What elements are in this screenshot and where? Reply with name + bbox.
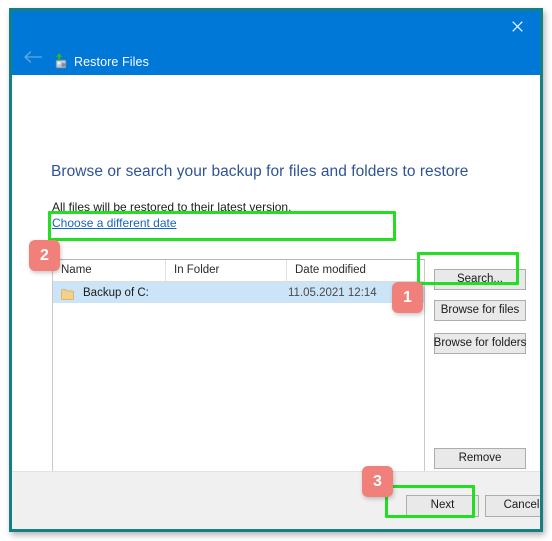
dialog-frame: Restore Files Browse or search your back… [9,8,543,532]
restore-files-icon [52,53,70,71]
restore-files-window: Restore Files Browse or search your back… [12,11,540,529]
remove-button[interactable]: Remove [434,448,526,469]
file-list[interactable]: Name In Folder Date modified Backup of C… [52,259,425,505]
restore-version-note: All files will be restored to their late… [52,200,292,214]
browse-for-files-button[interactable]: Browse for files [434,300,526,321]
row-name-cell: Backup of C: [83,286,149,299]
file-list-header: Name In Folder Date modified [53,260,424,282]
column-header-name[interactable]: Name [53,260,166,281]
page-title: Browse or search your backup for files a… [51,163,469,180]
column-header-date-modified[interactable]: Date modified [287,260,424,281]
window-body: Browse or search your backup for files a… [12,75,540,529]
backup-of-c-row[interactable]: Backup of C: 11.05.2021 12:14 [53,282,424,303]
footer-bar: Next Cancel [12,471,540,529]
close-icon[interactable] [494,11,540,41]
choose-different-date-link[interactable]: Choose a different date [52,215,177,231]
column-header-in-folder[interactable]: In Folder [166,260,287,281]
screenshot-root: Restore Files Browse or search your back… [0,0,552,541]
cancel-button[interactable]: Cancel [485,495,540,517]
back-arrow-icon[interactable] [21,47,45,67]
browse-for-folders-button[interactable]: Browse for folders [434,333,526,354]
folder-icon [61,287,74,300]
next-button[interactable]: Next [406,495,479,517]
file-list-rows: Backup of C: 11.05.2021 12:14 [53,282,424,303]
search-button[interactable]: Search... [434,269,526,290]
row-date-modified-cell: 11.05.2021 12:14 [288,286,377,299]
window-title: Restore Files [74,55,149,69]
title-bar: Restore Files [12,11,540,75]
